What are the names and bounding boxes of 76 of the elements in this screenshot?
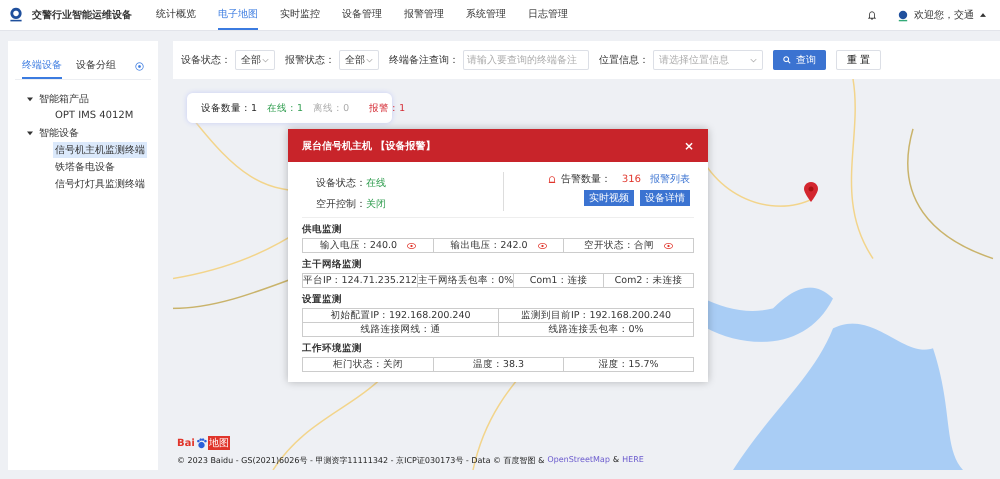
table-cell-text: 初始配置IP：192.168.200.240 [329,309,472,322]
status-label: 设备状态： [316,178,366,189]
alarm-light-icon [548,175,556,183]
alarm-count: 316 [622,174,641,184]
tree-item[interactable]: 铁塔备电设备 [53,158,117,174]
status-label: 空开控制： [316,199,366,210]
nav-tab[interactable]: 统计概览 [156,0,196,30]
filter-label: 位置信息： [599,54,649,67]
attribution-text: © 2023 Baidu - GS(2021)6026号 - 甲测资字11111342 - 京ICP证030173号 - Data © 百度智图 & [177,455,544,466]
nav-tab[interactable]: 实时监控 [280,0,320,30]
app-title: 交警行业智能运维设备 [32,8,132,22]
nav-tab[interactable]: 日志管理 [528,0,568,30]
table-cell-text: 线路连接网线：通 [360,323,442,336]
table-cell: Com2：未连接 [603,274,693,287]
status-value: 关闭 [366,199,386,210]
tree-group-label[interactable]: 智能箱产品 [39,92,89,106]
close-button[interactable]: × [684,138,694,152]
stat-text: 报警：1 [369,102,406,114]
section-title: 工作环境监测 [302,342,363,355]
tree-item[interactable]: 信号灯灯具监测终端 [53,176,147,192]
search-field[interactable]: 请输入要查询的终端备注 [463,50,589,70]
table-cell-text: 柜门状态：关闭 [332,358,404,371]
stat-text: 离线：0 [313,102,350,114]
table-cell: 温度：38.3 [433,358,563,371]
attribution-link[interactable]: OpenStreetMap [547,455,610,466]
table-cell: Com1：连接 [513,274,604,287]
table-cell: 输入电压：240.0 [303,239,433,252]
paw-logo-icon [196,438,207,448]
search-button[interactable]: 查询 [773,50,826,70]
expand-caret-icon[interactable] [27,130,33,136]
filter-dropdown[interactable]: 全部 [235,50,275,70]
sidebar-tab[interactable]: 设备分组 [76,53,116,79]
popup-action-button[interactable]: 设备详情 [640,190,690,206]
filter-label: 设备状态： [181,54,231,67]
stat-text: 在线：1 [267,102,304,114]
section-title: 主干网络监测 [302,258,363,271]
table-cell: 平台IP：124.71.235.212 [303,274,418,287]
status-value: 在线 [366,178,386,189]
sidebar-tab[interactable]: 终端设备 [22,53,62,79]
table-cell: 线路连接丢包率：0% [498,323,693,336]
attribution-link[interactable]: HERE [622,455,644,466]
logo-icon [8,7,24,23]
map-logo-text: Bai [177,438,195,448]
table-cell: 湿度：15.7% [563,358,693,371]
popup-title: 展台信号机主机 【设备报警】 [302,139,436,152]
map-marker-icon[interactable] [804,182,818,202]
alarm-count-label: 告警数量： [560,172,611,186]
target-icon[interactable] [135,62,144,70]
table-cell: 主干网络丢包率：0% [417,274,514,287]
reset-button[interactable]: 重 置 [836,50,882,70]
alarm-list-link[interactable]: 报警列表 [650,172,690,186]
popup-action-button[interactable]: 实时视频 [584,190,634,206]
section-title: 设置监测 [302,293,343,306]
nav-tab[interactable]: 设备管理 [342,0,382,30]
filter-label: 报警状态： [285,54,335,67]
nav-tab[interactable]: 系统管理 [466,0,506,30]
filter-dropdown[interactable]: 全部 [339,50,379,70]
table-cell: 空开状态：合闸 [563,239,693,252]
caret-icon[interactable] [980,13,986,17]
expand-caret-icon[interactable] [27,96,33,102]
nav-tab[interactable]: 电子地图 [218,0,258,30]
section-title: 供电监测 [302,223,343,236]
search-icon[interactable] [783,56,791,64]
stat-text: 设备数量：1 [201,102,258,114]
avatar-icon [896,8,910,22]
tree-item[interactable]: OPT IMS 4012M [53,109,136,122]
attribution-text: & [612,455,620,466]
tree-group-label[interactable]: 智能设备 [39,126,79,140]
tree-item[interactable]: 信号机主机监测终端 [53,142,147,158]
table-cell: 输出电压：242.0 [433,239,563,252]
table-cell: 监测到目前IP：192.168.200.240 [498,309,693,322]
filter-label: 终端备注查询： [389,54,459,67]
map-logo-text: 地图 [208,436,230,450]
user-greeting[interactable]: 欢迎您，交通 [914,8,974,22]
nav-tab[interactable]: 报警管理 [404,0,444,30]
bell-icon[interactable] [868,10,876,20]
